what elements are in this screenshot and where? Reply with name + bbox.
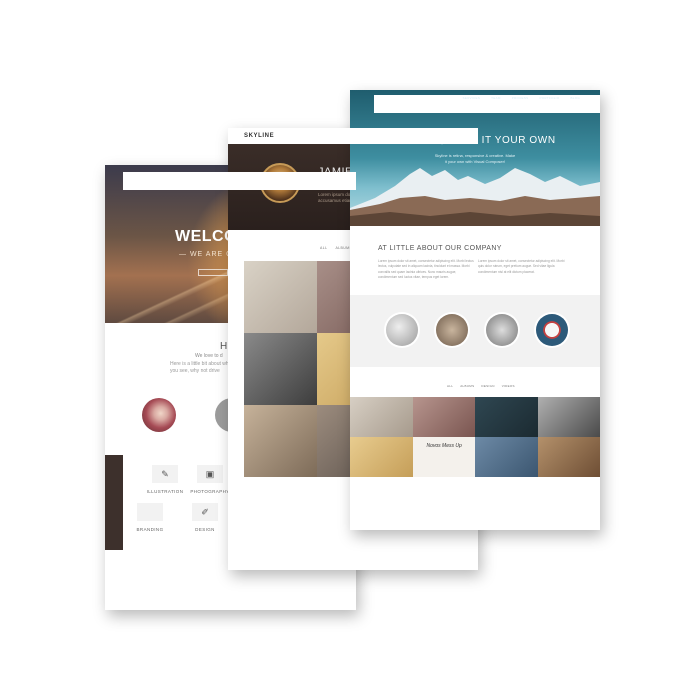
desc-line: you see, why not drive: [170, 368, 220, 374]
nav-menu: SERVICES TEAM PROCESS PORTFOLIO BLOG: [463, 96, 580, 100]
desc-line: Here is a little bit about why: [170, 361, 232, 367]
front-page-mockup: SKYLINE SERVICES TEAM PROCESS PORTFOLIO …: [350, 90, 600, 530]
portfolio-grid: Novos Mess Up: [350, 397, 600, 477]
about-title: AT LITTLE ABOUT OUR COMPANY: [378, 245, 502, 252]
portfolio-filters: ALL ALBUMS: [320, 246, 352, 250]
sunglasses-photo[interactable]: [537, 397, 600, 437]
nav-item-services[interactable]: SERVICES: [463, 96, 481, 100]
about-text-line: lectus, vulputate sed in aliquam lacinia…: [378, 264, 470, 269]
brush-icon: ✐: [192, 503, 218, 521]
cd-photo[interactable]: [412, 397, 475, 437]
filter-all[interactable]: ALL: [320, 246, 327, 250]
tile-lettering: Novos Mess Up: [426, 443, 462, 449]
lettering-photo[interactable]: Novos Mess Up: [412, 437, 475, 477]
portfolio-filters: ALL ALBUMS DESIGN VIDEOS: [447, 384, 515, 388]
tricycle-photo[interactable]: [350, 397, 413, 437]
tricycle-photo[interactable]: [244, 261, 317, 333]
sandwich-photo[interactable]: [475, 437, 538, 477]
nav-item-process[interactable]: PROCESS: [512, 96, 529, 100]
profile-bio: accusamus etiam: [318, 198, 354, 203]
nav-item-blog[interactable]: BLOG: [570, 96, 580, 100]
coffee-photo[interactable]: [537, 437, 600, 477]
brand-logo[interactable]: SKYLINE: [244, 133, 274, 139]
notebook-thumb[interactable]: [436, 314, 468, 346]
about-column-left: Lorem ipsum dolor sit amet, consectetur …: [378, 259, 474, 280]
mountain-range-graphic: [350, 168, 600, 226]
filter-design[interactable]: DESIGN: [481, 384, 494, 388]
intro-line: We love to d: [195, 353, 223, 359]
about-column-right: Lorem ipsum dolor sit amet, consectetur …: [478, 259, 570, 275]
nav-item-team[interactable]: TEAM: [491, 96, 501, 100]
phone-photo[interactable]: [475, 397, 538, 437]
apple-icon: [137, 503, 163, 521]
hero-subtitle: it your own with Visual Composer!: [444, 159, 506, 164]
workspace-thumb[interactable]: [386, 314, 418, 346]
nav-item-portfolio[interactable]: PORTFOLIO: [539, 96, 559, 100]
sunglasses-photo[interactable]: [244, 333, 317, 405]
filter-albums[interactable]: ALBUMS: [460, 384, 474, 388]
stamp-thumb[interactable]: [536, 314, 568, 346]
about-text-line: condimentum sed luctus vitae, tempus ege…: [378, 274, 450, 279]
team-avatar[interactable]: [142, 398, 176, 432]
filter-videos[interactable]: VIDEOS: [502, 384, 515, 388]
coffee-photo[interactable]: [244, 405, 317, 477]
tablet-thumb[interactable]: [486, 314, 518, 346]
tshirt-photo[interactable]: [350, 437, 413, 477]
hero-subtitle: Skyline is retina, responsive & creative…: [434, 153, 516, 158]
about-text-line: condimentum nisl at elit dictum placerat…: [478, 269, 535, 274]
hero-button[interactable]: [198, 269, 228, 276]
top-bar: SKYLINE: [228, 128, 478, 144]
brand-logo[interactable]: SKYLINE: [123, 172, 356, 190]
filter-all[interactable]: ALL: [447, 384, 453, 388]
hero-tagline: — WE ARE C: [179, 251, 233, 258]
camera-icon: ▣: [197, 465, 223, 483]
